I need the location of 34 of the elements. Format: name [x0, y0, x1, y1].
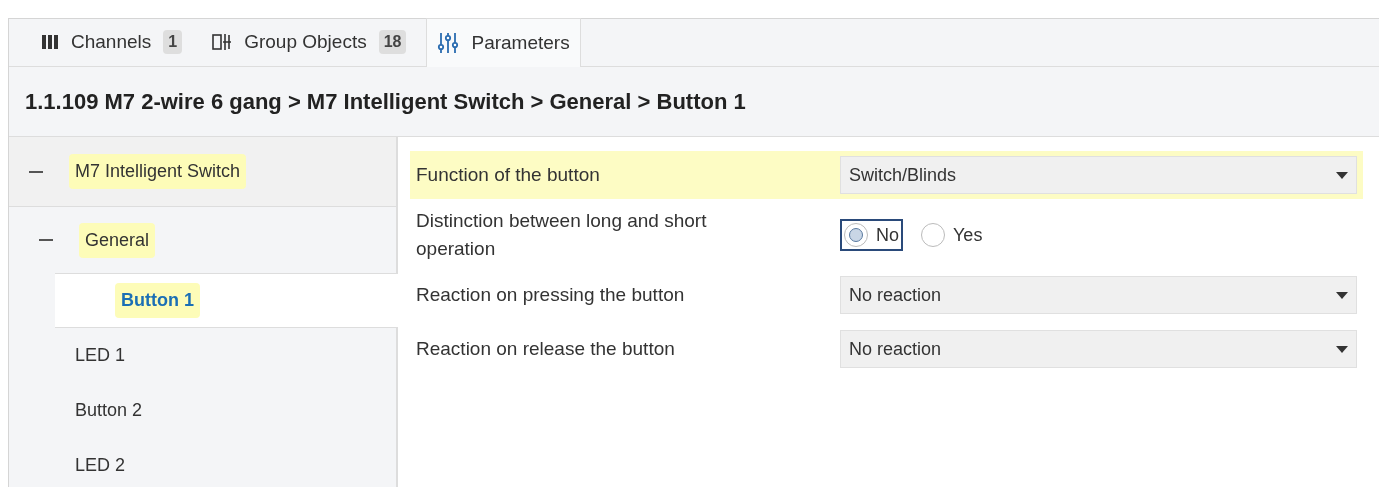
caret-icon: [1336, 291, 1348, 299]
tree-item[interactable]: Button 2: [9, 383, 396, 438]
parameter-label: Distinction between long and short operation: [416, 209, 708, 261]
dropdown[interactable]: No reaction: [840, 330, 1357, 368]
dropdown[interactable]: Switch/Blinds: [840, 156, 1357, 194]
dropdown[interactable]: No reaction: [840, 276, 1357, 314]
tab[interactable]: Channels 1: [31, 18, 193, 66]
tree-item[interactable]: General: [9, 207, 396, 273]
tree-item[interactable]: LED 2: [9, 438, 396, 487]
parameter-label: Reaction on pressing the button: [416, 283, 686, 307]
tree-label: General: [79, 222, 156, 258]
parameter-label: Reaction on release the button: [416, 337, 676, 361]
tab[interactable]: Parameters: [426, 18, 581, 67]
tree-label: Button 1: [115, 283, 200, 318]
tree-label: Button 2: [74, 399, 144, 422]
collapse-icon[interactable]: [39, 238, 53, 242]
tree-item[interactable]: Button 1: [55, 273, 398, 328]
breadcrumb: 1.1.109 M7 2-wire 6 gang > M7 Intelligent Switch > General > Button 1: [25, 88, 746, 116]
parameter-label: Function of the button: [416, 163, 601, 187]
sliders-icon: [437, 32, 460, 54]
caret-icon: [1336, 171, 1348, 179]
columns-icon: [41, 34, 59, 50]
objects-icon: [212, 33, 233, 51]
tree-label: LED 2: [74, 454, 127, 477]
tree-item[interactable]: M7 Intelligent Switch: [9, 137, 396, 207]
tab[interactable]: Group Objects 18: [202, 18, 417, 66]
count-badge: 1: [163, 30, 183, 54]
radio-option[interactable]: Yes: [917, 219, 987, 251]
tree-label: LED 1: [74, 344, 127, 367]
tree-label: M7 Intelligent Switch: [69, 154, 247, 189]
radio-option[interactable]: No: [840, 219, 903, 251]
tree-item[interactable]: LED 1: [9, 328, 396, 383]
count-badge: 18: [378, 30, 407, 54]
caret-icon: [1336, 345, 1348, 353]
